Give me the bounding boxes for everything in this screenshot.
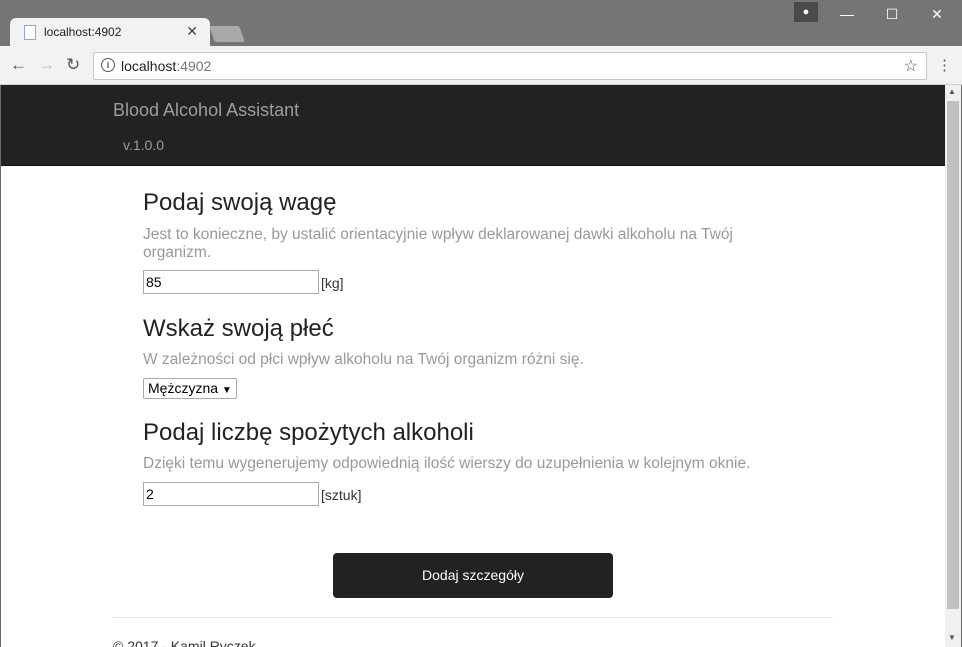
- browser-tab[interactable]: localhost:4902 ✕: [10, 18, 210, 46]
- vertical-scrollbar[interactable]: ▲ ▼: [945, 85, 961, 647]
- weight-heading: Podaj swoją wagę: [143, 189, 337, 216]
- gender-heading: Wskaż swoją płeć: [143, 315, 334, 342]
- address-bar[interactable]: i localhost:4902 ☆: [93, 52, 927, 80]
- gender-hint: W zależności od płci wpływ alkoholu na T…: [143, 351, 584, 368]
- weight-hint: Jest to konieczne, by ustalić orientacyj…: [143, 226, 733, 261]
- url-text: localhost:4902: [121, 58, 212, 74]
- scroll-down-icon[interactable]: ▼: [948, 633, 956, 642]
- app-version[interactable]: v.1.0.0: [123, 137, 164, 153]
- weight-input[interactable]: [143, 270, 319, 294]
- close-window-icon[interactable]: ✕: [922, 4, 952, 24]
- drinks-unit: [sztuk]: [321, 487, 362, 503]
- weight-unit: [kg]: [321, 275, 344, 291]
- menu-icon[interactable]: ⋮: [937, 56, 952, 74]
- star-icon[interactable]: ☆: [904, 56, 918, 76]
- add-details-button[interactable]: Dodaj szczegóły: [333, 553, 613, 598]
- chevron-down-icon: ▼: [221, 385, 232, 396]
- tab-title: localhost:4902: [44, 25, 122, 39]
- scroll-up-icon[interactable]: ▲: [948, 87, 956, 96]
- gender-selected-value: Mężczyzna: [148, 380, 219, 396]
- new-tab-button[interactable]: [209, 26, 245, 42]
- page-viewport: Blood Alcohol Assistant v.1.0.0 Podaj sw…: [1, 85, 945, 647]
- gender-select[interactable]: Mężczyzna ▼: [143, 378, 237, 399]
- forward-icon[interactable]: →: [38, 55, 55, 75]
- tab-close-icon[interactable]: ✕: [186, 23, 198, 40]
- back-icon[interactable]: ←: [10, 55, 27, 75]
- page-icon: [24, 25, 36, 40]
- app-navbar: Blood Alcohol Assistant v.1.0.0: [1, 85, 945, 166]
- divider: [113, 617, 833, 618]
- minimize-icon[interactable]: —: [832, 4, 862, 24]
- app-brand[interactable]: Blood Alcohol Assistant: [113, 100, 299, 121]
- browser-titlebar: localhost:4902 ✕ ● — ☐ ✕: [0, 0, 962, 46]
- browser-toolbar: ← → ↻ i localhost:4902 ☆ ⋮: [0, 46, 962, 85]
- maximize-icon[interactable]: ☐: [877, 4, 907, 24]
- drinks-heading: Podaj liczbę spożytych alkoholi: [143, 419, 474, 446]
- scrollbar-thumb[interactable]: [947, 101, 959, 609]
- profile-icon[interactable]: ●: [794, 2, 818, 22]
- reload-icon[interactable]: ↻: [66, 55, 80, 75]
- info-icon[interactable]: i: [101, 58, 115, 72]
- drinks-count-input[interactable]: [143, 482, 319, 506]
- drinks-hint: Dzięki temu wygenerujemy odpowiednią ilo…: [143, 455, 751, 472]
- footer-copyright: © 2017 - Kamil Ryczek: [113, 638, 256, 647]
